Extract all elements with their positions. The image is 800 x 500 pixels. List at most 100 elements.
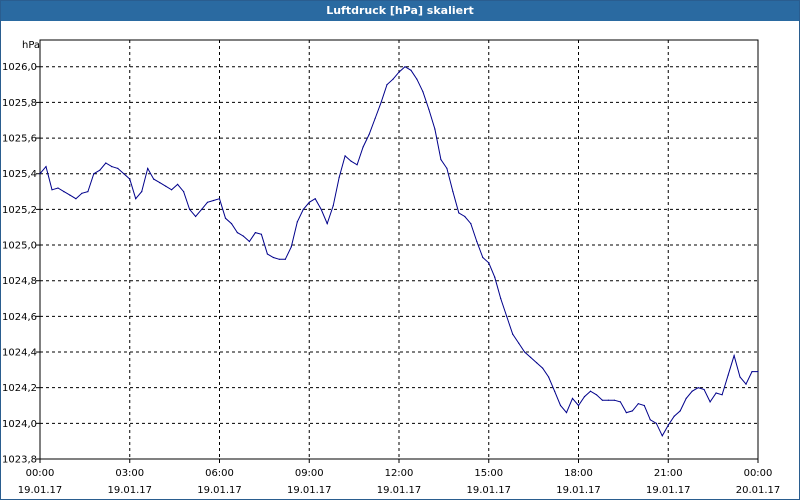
data-point xyxy=(272,256,274,259)
data-point xyxy=(613,399,616,401)
data-point xyxy=(607,399,610,401)
data-point xyxy=(673,415,675,417)
data-point xyxy=(189,208,191,210)
data-point xyxy=(488,262,490,264)
y-tick-label: 1025,0 xyxy=(2,241,37,252)
data-point xyxy=(266,253,268,255)
data-point xyxy=(601,399,604,401)
data-point xyxy=(739,376,741,378)
data-point xyxy=(117,167,119,169)
data-point xyxy=(458,212,460,214)
data-point xyxy=(39,173,41,175)
data-point xyxy=(69,194,71,196)
data-point xyxy=(99,169,101,171)
data-point xyxy=(374,117,376,120)
data-point xyxy=(63,191,65,193)
data-point xyxy=(45,166,47,168)
data-point xyxy=(464,215,466,218)
data-point xyxy=(141,191,143,193)
data-point xyxy=(290,246,292,248)
y-tick-label: 1025,4 xyxy=(2,169,37,180)
data-point xyxy=(368,133,370,136)
data-point xyxy=(583,396,586,398)
data-point xyxy=(452,191,454,193)
y-tick-label: 1025,6 xyxy=(2,134,37,145)
data-point xyxy=(308,201,310,203)
data-point xyxy=(111,166,113,168)
data-point xyxy=(212,199,215,202)
data-point xyxy=(709,401,711,403)
data-point xyxy=(51,189,53,191)
data-point xyxy=(123,173,125,175)
data-point xyxy=(625,412,628,414)
data-point xyxy=(643,404,645,407)
data-point xyxy=(518,342,520,344)
data-point xyxy=(500,297,502,300)
data-point xyxy=(242,235,244,237)
data-point xyxy=(356,164,358,166)
data-point xyxy=(703,388,705,391)
data-point xyxy=(637,403,639,405)
data-point xyxy=(440,158,442,161)
x-tick-time-label: 21:00 xyxy=(654,468,683,479)
data-point xyxy=(631,410,634,412)
x-tick-time-label: 18:00 xyxy=(564,468,593,479)
y-tick-label: 1024,6 xyxy=(2,312,37,323)
data-point xyxy=(159,182,161,184)
x-tick-time-label: 00:00 xyxy=(744,468,773,479)
data-point xyxy=(93,173,95,175)
data-point xyxy=(446,167,448,169)
data-point xyxy=(380,101,382,103)
data-point xyxy=(326,223,328,225)
data-point xyxy=(751,371,753,373)
data-point xyxy=(727,374,729,376)
data-point xyxy=(320,208,322,210)
data-point xyxy=(201,208,203,210)
data-point xyxy=(524,351,526,353)
y-tick-label: 1024,4 xyxy=(2,348,37,359)
y-tick-label: 1023,8 xyxy=(2,455,37,466)
data-point xyxy=(691,390,693,392)
line-chart: hPa 1023,8 1024,0 1024,2 1024,4 1024,6 1024,8… xyxy=(2,39,781,496)
data-point xyxy=(559,404,562,407)
data-point xyxy=(428,108,430,111)
data-point xyxy=(530,356,532,358)
data-point xyxy=(757,371,759,373)
data-point xyxy=(482,256,484,259)
y-tick-label: 1024,0 xyxy=(2,419,37,430)
data-point xyxy=(105,162,107,164)
data-point xyxy=(81,192,83,194)
data-point xyxy=(248,240,250,243)
data-point xyxy=(715,392,717,394)
data-point xyxy=(571,397,574,399)
data-point xyxy=(595,394,598,396)
data-point xyxy=(278,258,280,260)
data-point xyxy=(296,221,298,223)
data-point xyxy=(284,258,286,260)
data-point xyxy=(745,383,747,385)
y-axis-unit-label: hPa xyxy=(22,40,40,51)
x-tick-time-label: 03:00 xyxy=(115,468,144,479)
x-tick-date-label: 20.01.17 xyxy=(736,485,781,496)
x-tick-date-label: 19.01.17 xyxy=(556,485,601,496)
data-point xyxy=(57,187,59,189)
data-point xyxy=(386,84,388,86)
data-point xyxy=(548,376,550,378)
data-point xyxy=(733,355,735,357)
data-point xyxy=(165,185,167,187)
x-tick-time-label: 12:00 xyxy=(385,468,414,479)
y-tick-label: 1025,2 xyxy=(2,205,37,216)
data-point xyxy=(87,191,89,193)
data-point xyxy=(476,240,478,243)
data-point xyxy=(392,78,394,80)
data-point xyxy=(314,198,316,200)
data-point xyxy=(649,419,651,421)
x-tick-time-label: 09:00 xyxy=(295,468,324,479)
data-point xyxy=(236,232,238,234)
y-tick-label: 1025,8 xyxy=(2,98,37,109)
data-point xyxy=(542,367,544,369)
data-point xyxy=(577,404,580,407)
data-point xyxy=(554,390,556,392)
x-tick-time-label: 00:00 xyxy=(26,468,55,479)
data-point xyxy=(218,198,221,200)
